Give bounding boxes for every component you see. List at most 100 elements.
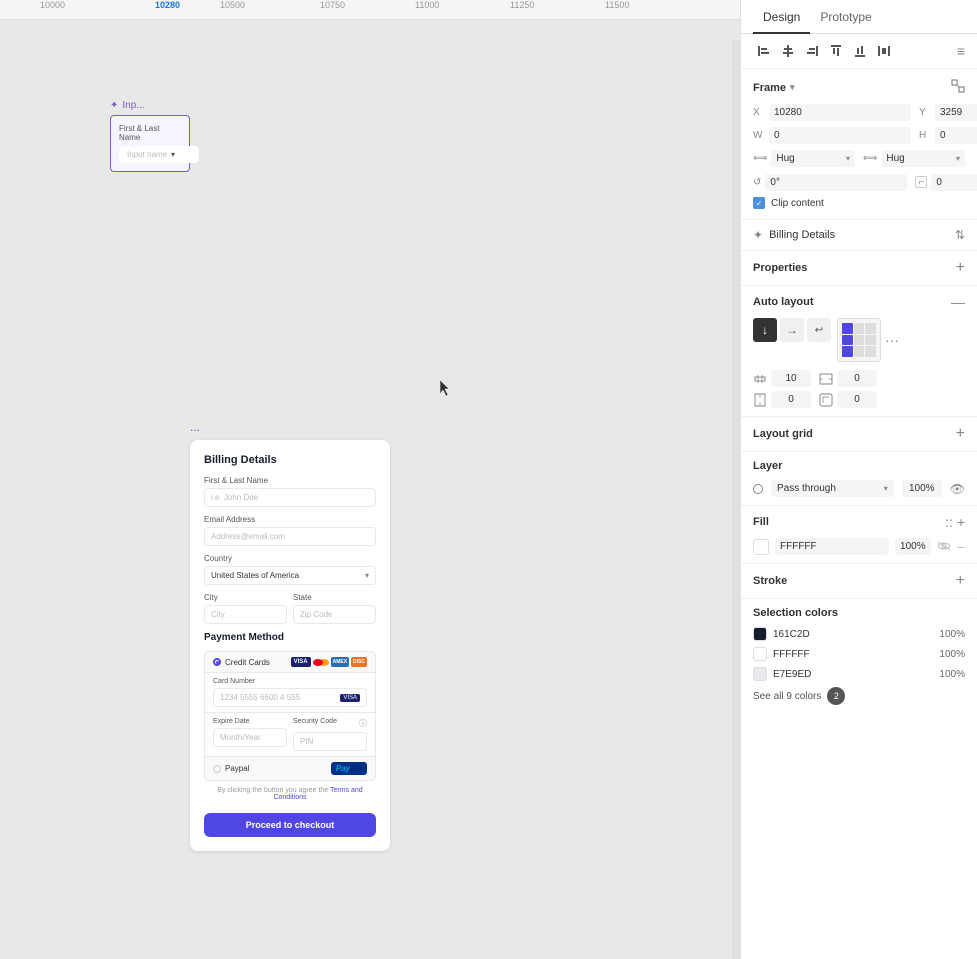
fill-section: Fill :: + FFFFFF 100% − <box>741 506 977 564</box>
component-icon: ✦ <box>110 100 118 111</box>
see-all-button[interactable]: See all 9 colors 2 <box>753 687 965 705</box>
ruler-tick-3: 10500 <box>220 0 245 10</box>
email-input[interactable]: Address@email.com <box>204 527 376 546</box>
canvas-scrollbar[interactable] <box>732 40 740 959</box>
padding-h-input[interactable] <box>837 370 877 387</box>
stroke-title: Stroke <box>753 575 787 587</box>
first-last-input[interactable]: i.e. John Doe <box>204 488 376 507</box>
align-left-icon[interactable] <box>753 40 775 62</box>
hug-w-field: ⟺ Hug ▾ <box>753 150 855 167</box>
clip-checkbox[interactable]: ✓ <box>753 197 765 209</box>
layout-horizontal-btn[interactable]: → <box>780 318 804 342</box>
expire-label: Expire Date <box>213 718 287 725</box>
fill-opacity[interactable]: 100% <box>895 538 931 555</box>
zip-input[interactable]: Zip Code <box>293 605 376 624</box>
align-right-icon[interactable] <box>801 40 823 62</box>
w-input[interactable] <box>769 127 911 144</box>
h-input[interactable] <box>935 127 977 144</box>
stroke-add-icon[interactable]: + <box>956 572 965 590</box>
rotation-input[interactable] <box>765 174 907 191</box>
spacing-input[interactable] <box>771 370 811 387</box>
color-hex-0: 161C2D <box>773 629 933 640</box>
paypal-radio[interactable] <box>213 765 221 773</box>
x-input[interactable] <box>769 104 911 121</box>
tab-design[interactable]: Design <box>753 0 810 34</box>
layout-wrap-btn[interactable]: ↩ <box>807 318 831 342</box>
auto-layout-remove-icon[interactable]: — <box>951 294 965 310</box>
color-swatch-2[interactable] <box>753 667 767 681</box>
layout-more-icon[interactable]: ··· <box>885 332 899 348</box>
plugin-row: ✦ Billing Details ⇅ <box>741 220 977 251</box>
layer-eye-icon[interactable]: 👁 <box>950 482 965 496</box>
corner-radius-icon: ⌐ <box>915 176 927 188</box>
ruler-tick-1: 10000 <box>40 0 65 10</box>
plugin-icon: ✦ <box>753 228 763 242</box>
fill-add-icon[interactable]: + <box>957 514 965 530</box>
fill-swatch[interactable] <box>753 539 769 555</box>
fill-hex[interactable]: FFFFFF <box>775 538 889 555</box>
ruler-tick-4: 10750 <box>320 0 345 10</box>
corner-radius-input[interactable] <box>931 174 977 191</box>
canvas-input-frame: ✦ Inp... First & Last Name Input name ▾ <box>110 100 190 172</box>
hug-h-select[interactable]: Hug ▾ <box>881 150 965 167</box>
proceed-button[interactable]: Proceed to checkout <box>204 813 376 837</box>
hug-w-select[interactable]: Hug ▾ <box>771 150 855 167</box>
fill-remove-icon[interactable]: − <box>957 539 965 555</box>
layer-blend-select[interactable]: Pass through ▾ <box>771 480 894 497</box>
layout-vertical-btn[interactable]: ↓ <box>753 318 777 342</box>
paypal-option[interactable]: Paypal PayPal <box>205 757 375 780</box>
email-label: Email Address <box>204 515 376 524</box>
rotation-icon: ↺ <box>753 177 761 188</box>
fill-hidden-icon[interactable] <box>937 540 951 554</box>
selection-colors-title: Selection colors <box>753 607 965 619</box>
credit-radio[interactable] <box>213 658 221 666</box>
card-number-input[interactable]: 1234 5555 6600 4 555 VISA <box>213 688 367 707</box>
layer-circle-icon <box>753 484 763 494</box>
tab-prototype[interactable]: Prototype <box>810 0 881 34</box>
properties-add-icon[interactable]: + <box>956 259 965 277</box>
city-input[interactable]: City <box>204 605 287 624</box>
y-label: Y <box>919 107 931 118</box>
align-more-icon[interactable]: ≡ <box>957 43 965 59</box>
padding-v-icon <box>753 393 767 407</box>
properties-title: Properties <box>753 262 807 274</box>
terms-link[interactable]: Terms and Conditions <box>273 787 362 801</box>
layout-grid-add-icon[interactable]: + <box>956 425 965 443</box>
discover-icon: DISC <box>351 657 367 667</box>
color-swatch-0[interactable] <box>753 627 767 641</box>
plugin-sort-icon[interactable]: ⇅ <box>955 228 965 242</box>
layer-opacity-input[interactable]: 100% <box>902 480 942 497</box>
country-dropdown-arrow: ▾ <box>365 571 369 580</box>
color-swatch-1[interactable] <box>753 647 767 661</box>
padding-v-input[interactable] <box>771 391 811 408</box>
expire-input[interactable]: Month/Year <box>213 728 287 747</box>
credit-card-option[interactable]: Credit Cards VISA AMEX DISC <box>205 652 375 673</box>
ruler: 10000 10280 10500 10750 11000 11250 1150… <box>0 0 740 20</box>
fill-drag-icon[interactable]: :: <box>945 514 953 530</box>
layer-title: Layer <box>753 460 782 472</box>
align-top-icon[interactable] <box>825 40 847 62</box>
layout-grid-viz[interactable] <box>837 318 881 362</box>
align-center-h-icon[interactable] <box>777 40 799 62</box>
color-row-2: E7E9ED 100% <box>753 667 965 681</box>
country-select[interactable]: United States of America ▾ <box>204 566 376 585</box>
payment-title: Payment Method <box>204 632 376 643</box>
y-input[interactable] <box>935 104 977 121</box>
color-row-1: FFFFFF 100% <box>753 647 965 661</box>
expire-field: Expire Date Month/Year <box>213 718 287 751</box>
x-label: X <box>753 107 765 118</box>
visa-badge: VISA <box>340 694 360 702</box>
clip-content-field: ✓ Clip content <box>753 197 965 209</box>
align-bottom-icon[interactable] <box>849 40 871 62</box>
security-input[interactable]: PIN <box>293 732 367 751</box>
y-field: Y <box>919 104 977 121</box>
city-state-row: City City State Zip Code <box>204 593 376 624</box>
resize-input[interactable] <box>837 391 877 408</box>
hug-h-icon: ⟺ <box>863 153 877 164</box>
frame-resize-icon[interactable] <box>951 79 965 96</box>
blend-mode-label: Pass through <box>777 483 836 494</box>
credit-label: Credit Cards <box>225 658 270 667</box>
properties-row: Properties + <box>741 251 977 286</box>
billing-card-title: Billing Details <box>204 454 376 466</box>
distribute-icon[interactable] <box>873 40 895 62</box>
